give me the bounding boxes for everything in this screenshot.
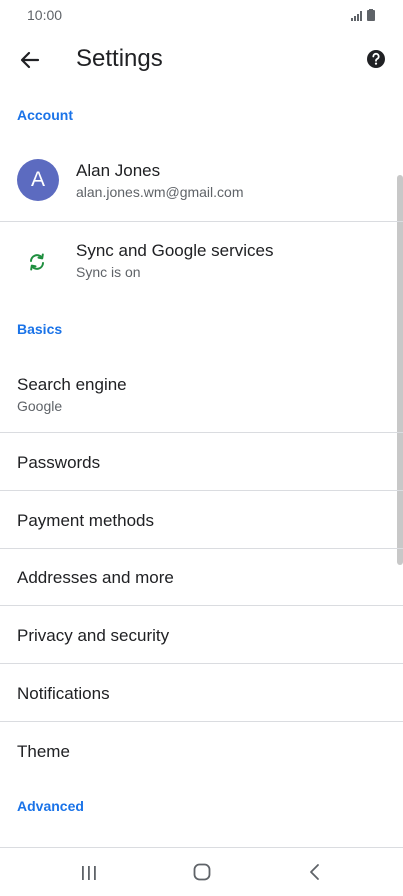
navigation-bar <box>0 848 403 896</box>
signal-icon <box>351 9 375 21</box>
addresses-row[interactable]: Addresses and more <box>0 549 403 605</box>
status-bar: 10:00 <box>0 0 403 32</box>
payment-methods-row[interactable]: Payment methods <box>0 491 403 548</box>
home-icon <box>193 863 211 881</box>
app-bar: Settings <box>0 32 403 88</box>
section-header-account: Account <box>17 107 73 123</box>
privacy-label: Privacy and security <box>17 626 170 645</box>
recents-icon <box>82 866 96 880</box>
account-email: alan.jones.wm@gmail.com <box>76 184 244 200</box>
status-time: 10:00 <box>27 7 63 23</box>
recents-button[interactable] <box>79 863 99 883</box>
page-title: Settings <box>76 45 163 72</box>
settings-screen: 10:00 Settings Account A Alan Jones alan… <box>0 0 403 896</box>
chevron-left-icon <box>310 864 319 880</box>
sync-subtitle: Sync is on <box>76 264 141 280</box>
back-button[interactable] <box>14 44 46 76</box>
passwords-row[interactable]: Passwords <box>0 433 403 490</box>
notifications-row[interactable]: Notifications <box>0 664 403 721</box>
home-button[interactable] <box>191 861 213 883</box>
sync-title: Sync and Google services <box>76 241 274 260</box>
theme-row[interactable]: Theme <box>0 722 403 779</box>
help-icon <box>367 50 385 68</box>
sync-icon <box>26 251 48 273</box>
avatar: A <box>17 159 59 201</box>
theme-label: Theme <box>17 742 70 761</box>
search-engine-value: Google <box>17 398 63 414</box>
help-button[interactable] <box>363 46 389 72</box>
passwords-label: Passwords <box>17 453 101 472</box>
account-row[interactable]: A Alan Jones alan.jones.wm@gmail.com <box>0 140 403 220</box>
search-engine-row[interactable]: Search engine Google <box>0 355 403 432</box>
privacy-row[interactable]: Privacy and security <box>0 606 403 663</box>
payment-methods-label: Payment methods <box>17 511 155 530</box>
sync-row[interactable]: Sync and Google services Sync is on <box>0 222 403 302</box>
system-back-button[interactable] <box>305 862 325 882</box>
account-name: Alan Jones <box>76 161 161 180</box>
section-header-advanced: Advanced <box>17 798 84 814</box>
search-engine-title: Search engine <box>17 375 127 394</box>
notifications-label: Notifications <box>17 684 110 703</box>
status-icons <box>351 9 377 22</box>
addresses-label: Addresses and more <box>17 568 174 587</box>
arrow-back-icon <box>20 51 40 69</box>
section-header-basics: Basics <box>17 321 63 337</box>
